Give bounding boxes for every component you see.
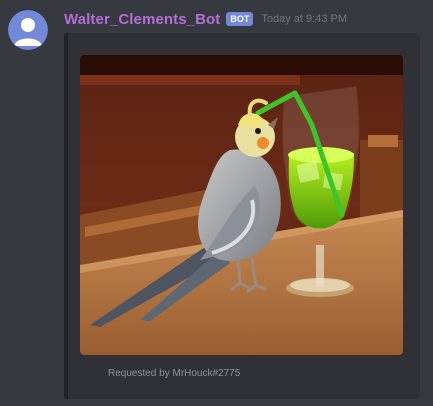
embed-footer: Requested by MrHouck#2775 — [108, 368, 241, 379]
message-embed: Requested by MrHouck#2775 — [64, 33, 420, 399]
user-avatar-icon — [8, 10, 48, 50]
cockatiel-drinking-photo-icon — [80, 55, 403, 355]
bot-tag: BOT — [226, 12, 254, 26]
chat-message: Walter_Clements_Bot BOT Today at 9:43 PM — [0, 0, 433, 406]
avatar[interactable] — [8, 10, 48, 50]
embed-image[interactable] — [80, 55, 403, 355]
message-timestamp: Today at 9:43 PM — [261, 13, 347, 25]
username[interactable]: Walter_Clements_Bot — [64, 11, 220, 28]
message-header: Walter_Clements_Bot BOT Today at 9:43 PM — [64, 9, 347, 29]
